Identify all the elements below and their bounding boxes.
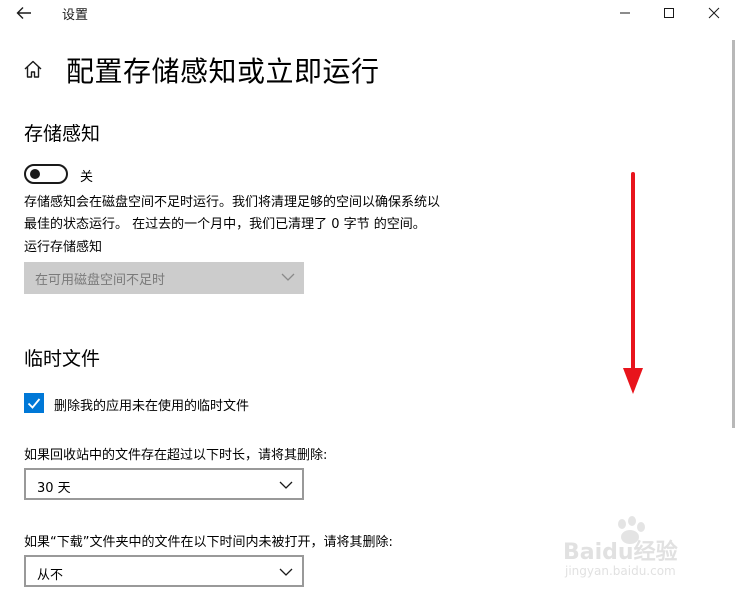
temp-files-heading: 临时文件 [24,348,101,370]
back-button[interactable] [10,2,38,24]
maximize-icon [664,8,674,18]
downloads-dropdown[interactable]: 从不 [24,555,304,587]
delete-temp-files-checkbox[interactable] [24,393,44,413]
checkmark-icon [27,398,41,409]
home-button[interactable] [22,58,44,80]
run-storage-sense-dropdown: 在可用磁盘空间不足时 [24,262,304,294]
chevron-down-icon [281,273,295,281]
toggle-state-label: 关 [80,170,94,185]
dropdown-value: 30 天 [37,481,71,496]
run-storage-sense-label: 运行存储感知 [24,240,103,255]
downloads-label: 如果“下载”文件夹中的文件在以下时间内未被打开，请将其删除: [24,535,393,550]
storage-sense-toggle[interactable] [24,164,68,184]
dropdown-value: 从不 [37,568,64,583]
description-line: 存储感知会在磁盘空间不足时运行。我们将清理足够的空间以确保系统以 [24,195,441,210]
scrollbar[interactable] [732,40,735,428]
recycle-bin-dropdown[interactable]: 30 天 [24,468,304,500]
page-title: 配置存储感知或立即运行 [66,55,380,88]
dropdown-value: 在可用磁盘空间不足时 [35,273,166,288]
window-title: 设置 [62,8,89,23]
minimize-icon [620,12,630,14]
back-arrow-icon [16,7,31,19]
toggle-knob [30,169,40,179]
maximize-button[interactable] [646,0,692,26]
chevron-down-icon [279,481,293,489]
recycle-bin-label: 如果回收站中的文件存在超过以下时长，请将其删除: [24,448,328,463]
title-bar: 设置 [0,0,737,30]
watermark-brand: Baidu经验 [563,540,678,565]
home-icon [24,60,42,78]
baidu-watermark: Baidu经验 jingyan.baidu.com [563,516,703,586]
storage-sense-heading: 存储感知 [24,123,101,145]
minimize-button[interactable] [602,0,648,26]
storage-sense-description: 存储感知会在磁盘空间不足时运行。我们将清理足够的空间以确保系统以 最佳的状态运行… [24,192,484,236]
chevron-down-icon [279,568,293,576]
delete-temp-files-label: 删除我的应用未在使用的临时文件 [54,399,250,414]
description-line: 最佳的状态运行。 在过去的一个月中，我们已清理了 0 字节 的空间。 [24,217,426,232]
close-icon [708,7,720,19]
red-down-arrow-annotation [623,172,643,394]
close-button[interactable] [691,0,737,26]
watermark-url: jingyan.baidu.com [565,564,676,578]
